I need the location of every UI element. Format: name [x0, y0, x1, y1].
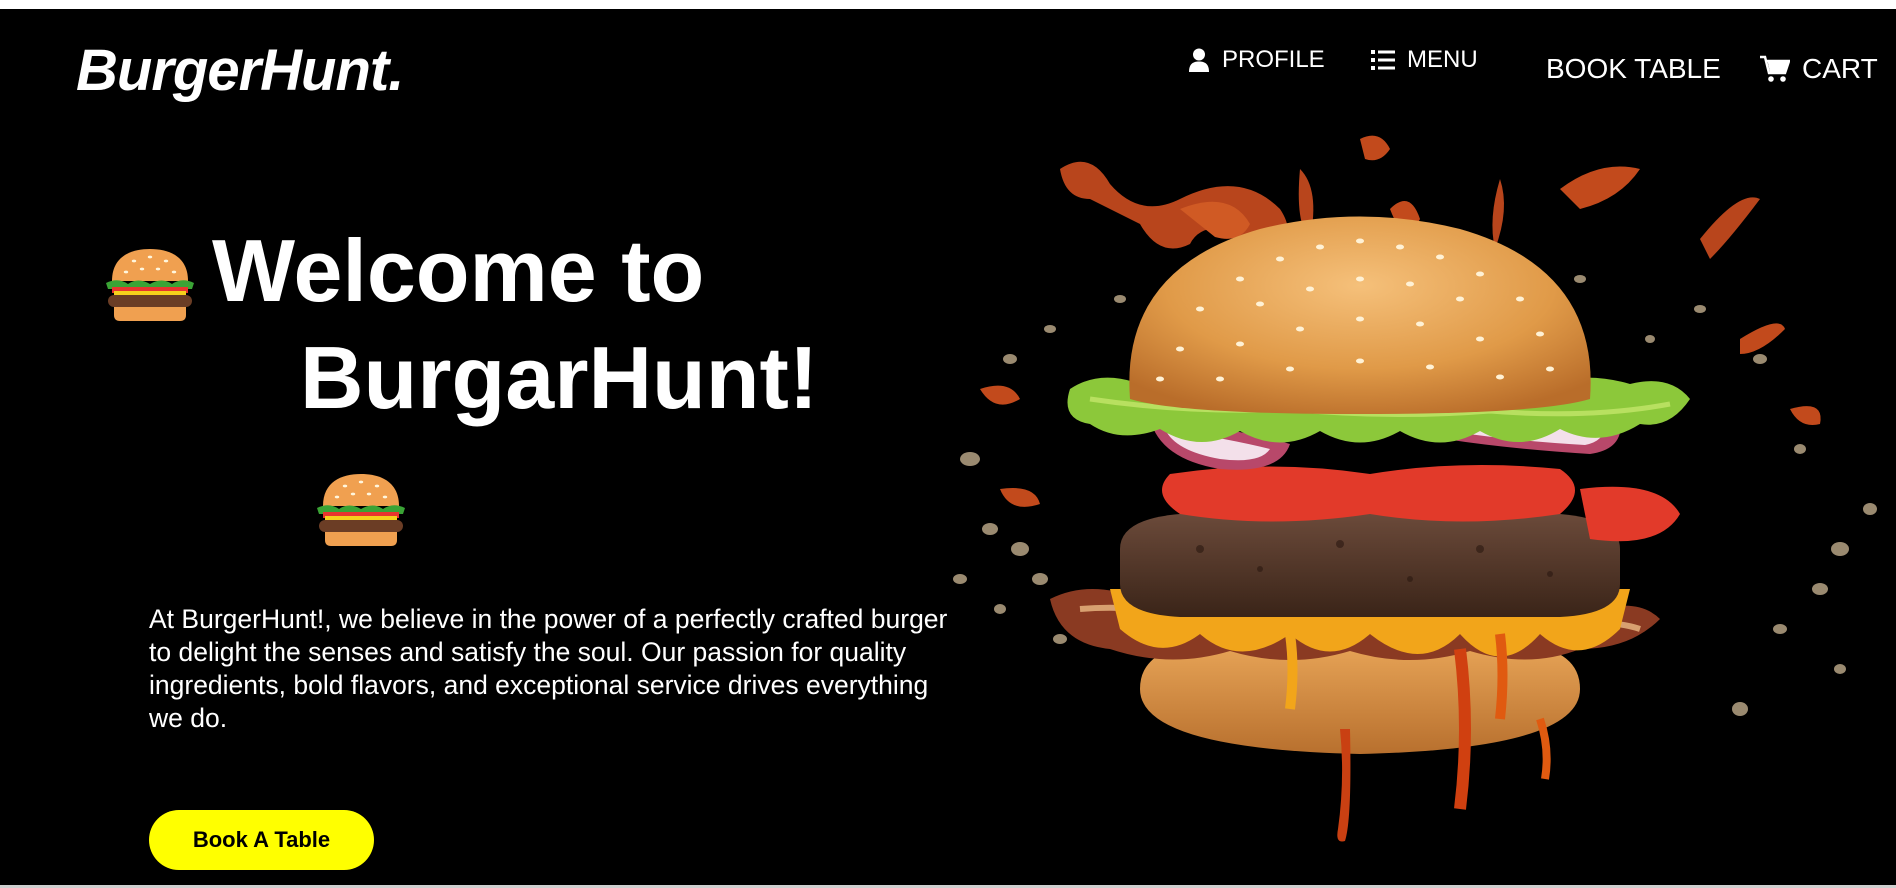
- nav-book-table-link[interactable]: BOOK TABLE: [1546, 53, 1721, 85]
- page: BurgerHunt. PROFILE MENU BOOK TABLE CART…: [0, 0, 1896, 888]
- hero-section: BurgerHunt. PROFILE MENU BOOK TABLE CART…: [0, 9, 1896, 885]
- cart-icon: [1760, 55, 1802, 83]
- nav-cart-label: CART: [1802, 53, 1878, 84]
- brand-logo[interactable]: BurgerHunt.: [76, 37, 404, 104]
- user-icon: [1188, 48, 1222, 72]
- nav-profile-link[interactable]: PROFILE: [1188, 46, 1325, 74]
- nav-book-table-label: BOOK TABLE: [1546, 53, 1721, 84]
- nav-menu-label: MENU: [1407, 46, 1478, 73]
- hero-description: At BurgerHunt!, we believe in the power …: [149, 604, 948, 733]
- hero-headline-line1: Welcome to: [212, 221, 705, 320]
- list-icon: [1371, 49, 1407, 71]
- nav-cart-link[interactable]: CART: [1760, 53, 1878, 85]
- nav-menu-link[interactable]: MENU: [1371, 46, 1478, 74]
- book-a-table-button[interactable]: Book A Table: [149, 810, 374, 870]
- nav-profile-label: PROFILE: [1222, 46, 1325, 73]
- burger-emoji-icon: [104, 247, 196, 328]
- exploding-burger-image: [940, 129, 1896, 885]
- burger-emoji-icon: [315, 472, 407, 553]
- top-border: [0, 0, 1896, 9]
- hero-headline-line2: BurgarHunt!: [300, 328, 819, 427]
